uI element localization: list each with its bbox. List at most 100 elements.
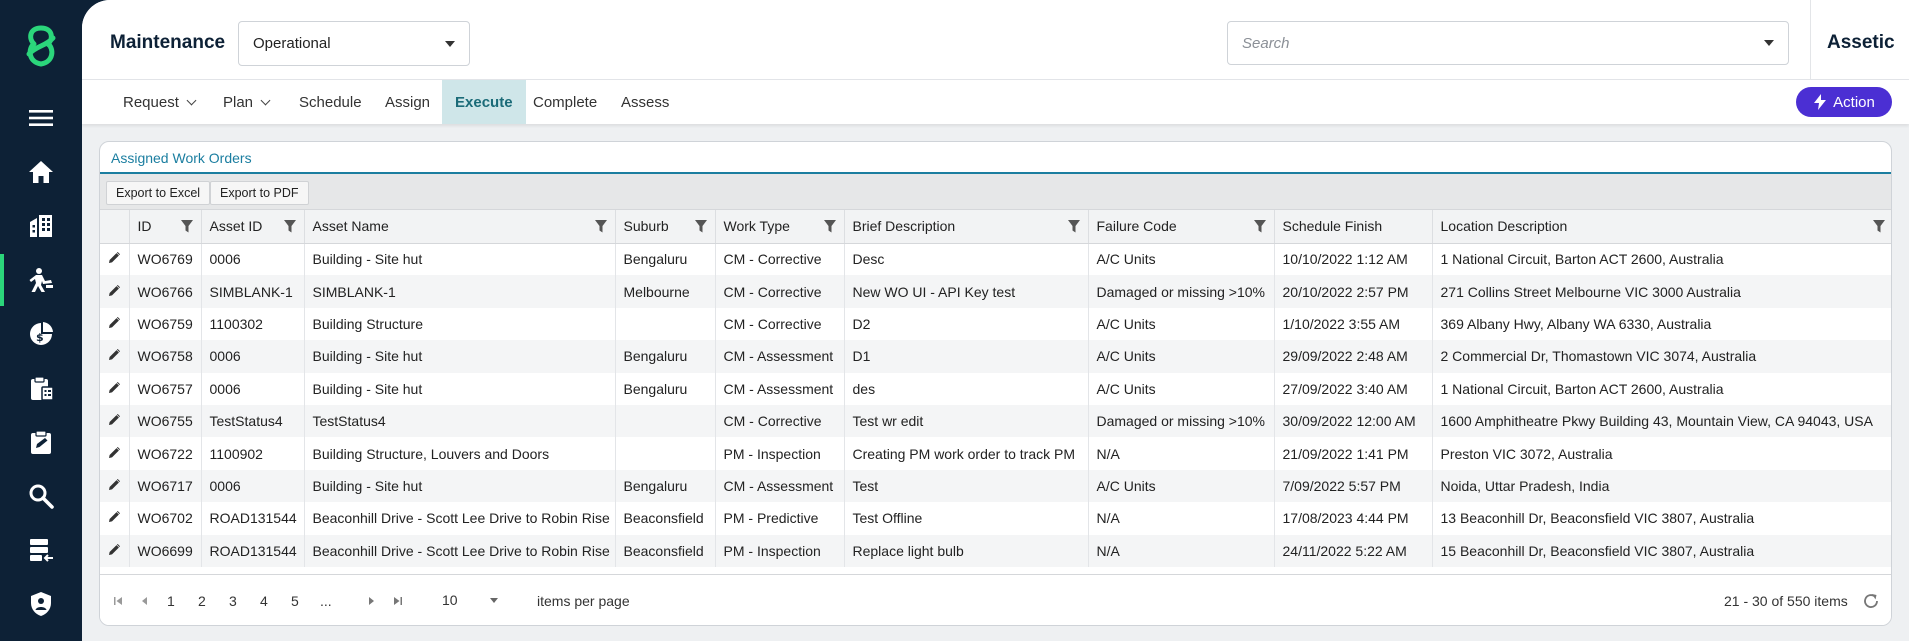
page-1-button[interactable]: 1 <box>167 593 175 609</box>
page-4-button[interactable]: 4 <box>260 593 268 609</box>
table-row[interactable]: WO6722 1100902 Building Structure, Louvers… <box>100 437 1891 470</box>
sidebar-item-assessments[interactable] <box>0 416 82 468</box>
tab-complete[interactable]: Complete <box>520 80 610 124</box>
edit-cell[interactable] <box>100 534 130 567</box>
cell-suburb: Beaconsfield <box>615 502 716 535</box>
table-row[interactable]: WO6769 0006 Building - Site hut Bengaluru CM… <box>100 243 1891 276</box>
tab-request[interactable]: Request <box>110 80 208 124</box>
tab-plan[interactable]: Plan <box>210 80 282 124</box>
filter-icon[interactable] <box>823 220 836 233</box>
edit-pencil-icon[interactable] <box>108 511 121 523</box>
export-pdf-button[interactable]: Export to PDF <box>210 181 309 205</box>
edit-cell[interactable] <box>100 307 130 341</box>
refresh-icon[interactable] <box>1862 592 1880 610</box>
top-bar: Maintenance Operational Assetic <box>82 0 1909 80</box>
table-row[interactable]: WO6717 0006 Building - Site hut Bengaluru CM… <box>100 469 1891 503</box>
previous-page-icon[interactable] <box>140 597 150 605</box>
table-row[interactable]: WO6766 SIMBLANK-1 SIMBLANK-1 Melbourne CM - … <box>100 275 1891 308</box>
column-header-id[interactable]: ID <box>129 210 202 244</box>
column-header-failure-code[interactable]: Failure Code <box>1088 210 1275 244</box>
tab-label: Complete <box>533 93 598 111</box>
column-header-work-type[interactable]: Work Type <box>715 210 845 244</box>
cell-failure-code: A/C Units <box>1088 340 1275 373</box>
edit-pencil-icon[interactable] <box>108 252 121 264</box>
sidebar-menu[interactable] <box>0 92 82 144</box>
export-excel-button[interactable]: Export to Excel <box>106 181 211 205</box>
cell-asset-id: 0006 <box>201 340 305 373</box>
edit-cell[interactable] <box>100 404 130 438</box>
edit-pencil-icon[interactable] <box>108 478 121 491</box>
last-page-icon[interactable] <box>392 597 402 605</box>
cell-location-description: 369 Albany Hwy, Albany WA 6330, Australi… <box>1432 307 1891 341</box>
column-header-schedule-finish[interactable]: Schedule Finish <box>1274 210 1433 244</box>
search-box[interactable] <box>1227 21 1789 65</box>
tab-label: Assign <box>385 93 431 111</box>
cell-location-description: 271 Collins Street Melbourne VIC 3000 Au… <box>1432 275 1891 308</box>
table-row[interactable]: WO6759 1100302 Building Structure CM - Corr… <box>100 307 1891 341</box>
filter-icon[interactable] <box>594 220 607 233</box>
filter-icon[interactable] <box>1872 220 1885 233</box>
column-header-label: Failure Code <box>1096 218 1177 235</box>
page-2-button[interactable]: 2 <box>198 593 206 609</box>
filter-icon[interactable] <box>1253 220 1266 233</box>
assetic-logo-icon[interactable] <box>20 24 62 70</box>
edit-pencil-icon[interactable] <box>108 414 121 426</box>
edit-cell[interactable] <box>100 502 130 535</box>
edit-pencil-icon[interactable] <box>108 446 121 459</box>
sidebar-item-home[interactable] <box>0 146 82 198</box>
table-row[interactable]: WO6758 0006 Building - Site hut Bengaluru CM… <box>100 340 1891 373</box>
edit-pencil-icon[interactable] <box>108 349 121 361</box>
tab-execute[interactable]: Execute <box>442 80 526 124</box>
edit-cell[interactable] <box>100 469 130 503</box>
column-header-asset-id[interactable]: Asset ID <box>201 210 305 244</box>
filter-icon[interactable] <box>283 220 296 233</box>
cell-asset-name: Beaconhill Drive - Scott Lee Drive to Ro… <box>304 502 616 535</box>
caret-down-icon[interactable] <box>1764 40 1774 46</box>
items-per-page-label: items per page <box>537 593 630 609</box>
filter-icon[interactable] <box>1067 220 1080 233</box>
edit-pencil-icon[interactable] <box>108 543 121 556</box>
table-row[interactable]: WO6755 TestStatus4 TestStatus4 CM - Correct… <box>100 404 1891 438</box>
sidebar-item-search[interactable] <box>0 470 82 522</box>
items-per-page-select[interactable]: 10 <box>434 587 506 613</box>
cell-work-type: PM - Inspection <box>715 534 845 567</box>
more-pages-button[interactable]: ... <box>320 593 332 609</box>
table-row[interactable]: WO6699 ROAD131544 Beaconhill Drive - Scott… <box>100 534 1891 567</box>
page-3-button[interactable]: 3 <box>229 593 237 609</box>
status-select[interactable]: Operational <box>238 21 470 66</box>
column-header-brief-description[interactable]: Brief Description <box>844 210 1089 244</box>
cell-id: WO6759 <box>129 307 202 341</box>
filter-icon[interactable] <box>694 220 707 233</box>
edit-pencil-icon[interactable] <box>108 381 121 394</box>
tab-schedule[interactable]: Schedule <box>286 80 375 124</box>
sidebar-item-security[interactable] <box>0 578 82 630</box>
sidebar: $ <box>0 0 82 641</box>
page-5-button[interactable]: 5 <box>291 593 299 609</box>
edit-cell[interactable] <box>100 275 130 308</box>
column-header-asset-name[interactable]: Asset Name <box>304 210 616 244</box>
table-row[interactable]: WO6757 0006 Building - Site hut Bengaluru CM… <box>100 372 1891 405</box>
tab-assess[interactable]: Assess <box>608 80 682 124</box>
table-row[interactable]: WO6702 ROAD131544 Beaconhill Drive - Scott… <box>100 502 1891 535</box>
tab-assign[interactable]: Assign <box>372 80 443 124</box>
search-input[interactable] <box>1242 34 1742 52</box>
sidebar-item-work-orders[interactable] <box>0 362 82 414</box>
sidebar-item-maintenance[interactable] <box>0 254 82 306</box>
column-header-location-description[interactable]: Location Description <box>1432 210 1891 244</box>
edit-pencil-icon[interactable] <box>108 316 121 329</box>
sidebar-item-finance[interactable]: $ <box>0 308 82 360</box>
edit-cell[interactable] <box>100 243 130 276</box>
cell-schedule-finish: 17/08/2023 4:44 PM <box>1274 502 1433 535</box>
filter-icon[interactable] <box>180 220 193 233</box>
sidebar-item-assets[interactable] <box>0 200 82 252</box>
next-page-icon[interactable] <box>366 597 376 605</box>
edit-cell[interactable] <box>100 372 130 405</box>
edit-pencil-icon[interactable] <box>108 284 121 297</box>
cell-location-description: 1 National Circuit, Barton ACT 2600, Aus… <box>1432 372 1891 405</box>
edit-cell[interactable] <box>100 437 130 470</box>
column-header-suburb[interactable]: Suburb <box>615 210 716 244</box>
edit-cell[interactable] <box>100 340 130 373</box>
first-page-icon[interactable] <box>114 597 124 605</box>
sidebar-item-integrations[interactable] <box>0 524 82 576</box>
action-button[interactable]: Action <box>1796 87 1892 117</box>
